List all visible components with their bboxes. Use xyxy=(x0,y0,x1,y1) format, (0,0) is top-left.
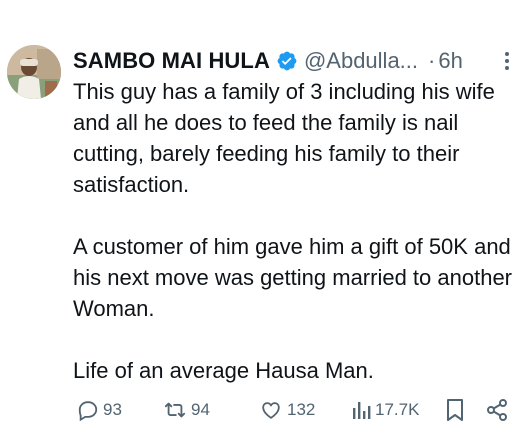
reply-icon xyxy=(77,399,99,421)
repost-count: 94 xyxy=(191,400,210,419)
reply-button[interactable]: 93 xyxy=(77,395,122,425)
more-options-icon[interactable] xyxy=(503,50,511,72)
verified-badge-icon xyxy=(276,50,298,72)
share-button[interactable] xyxy=(485,395,509,425)
reply-count: 93 xyxy=(103,400,122,419)
repost-icon xyxy=(163,399,187,421)
avatar[interactable] xyxy=(7,45,61,99)
bookmark-icon xyxy=(445,398,465,422)
like-button[interactable]: 132 xyxy=(259,395,315,425)
tweet-text: This guy has a family of 3 including his… xyxy=(73,76,513,386)
views-button[interactable]: 17.7K xyxy=(351,395,419,425)
share-icon xyxy=(485,398,509,422)
repost-button[interactable]: 94 xyxy=(163,395,210,425)
tweet[interactable]: SAMBO MAI HULA @Abdulla... · 6h This guy… xyxy=(0,0,523,442)
tweet-paragraph: Life of an average Hausa Man. xyxy=(73,358,374,383)
tweet-paragraph: A customer of him gave him a gift of 50K… xyxy=(73,234,513,321)
timestamp[interactable]: 6h xyxy=(438,48,462,74)
tweet-header: SAMBO MAI HULA @Abdulla... · 6h xyxy=(73,44,513,78)
action-bar: 93 94 132 17.7K xyxy=(73,395,513,425)
like-icon xyxy=(259,399,283,421)
author-handle[interactable]: @Abdulla... xyxy=(304,48,418,74)
bookmark-button[interactable] xyxy=(445,395,465,425)
like-count: 132 xyxy=(287,400,316,419)
views-count: 17.7K xyxy=(375,400,420,419)
views-icon xyxy=(351,399,371,421)
author-name[interactable]: SAMBO MAI HULA xyxy=(73,48,270,74)
tweet-paragraph: This guy has a family of 3 including his… xyxy=(73,79,495,197)
avatar-image xyxy=(7,45,61,99)
separator-dot: · xyxy=(428,48,436,73)
